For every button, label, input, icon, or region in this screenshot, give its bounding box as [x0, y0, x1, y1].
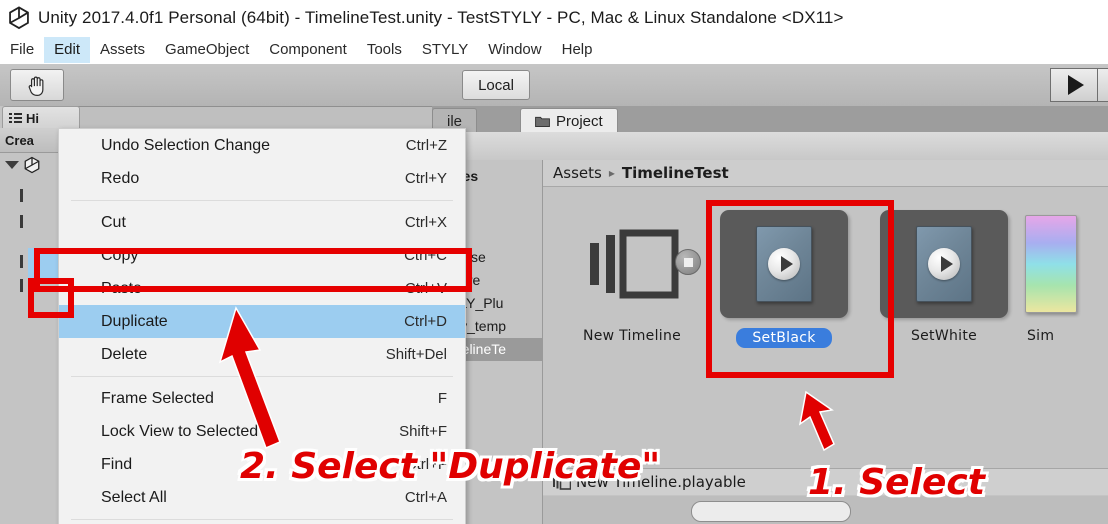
- annotation-arrow-1-icon: [798, 390, 835, 452]
- menu-file[interactable]: File: [0, 37, 44, 63]
- asset-thumbnail: [557, 201, 707, 326]
- menu-styly[interactable]: STYLY: [412, 37, 478, 63]
- breadcrumb-root[interactable]: Assets: [553, 164, 602, 182]
- menu-item-accel: Ctrl+Y: [404, 170, 447, 187]
- hierarchy-list-icon: [9, 113, 22, 123]
- menu-item-label: Frame Selected: [101, 389, 214, 407]
- project-tabstrip: ile Project: [432, 106, 1108, 133]
- breadcrumb-current: TimelineTest: [621, 164, 729, 182]
- title-bar: Unity 2017.4.0f1 Personal (64bit) - Time…: [0, 0, 1108, 37]
- menu-edit[interactable]: Edit: [44, 37, 91, 63]
- badge-square-icon: [683, 257, 693, 267]
- tab-hierarchy[interactable]: Hi: [2, 106, 80, 129]
- hierarchy-item-glyph: [20, 214, 23, 228]
- hierarchy-scene-row[interactable]: [0, 154, 64, 176]
- pivot-space-button[interactable]: Local: [462, 70, 530, 100]
- hierarchy-toolbar: Crea: [0, 128, 64, 153]
- menu-window[interactable]: Window: [478, 37, 551, 63]
- playable-inner-icon: [916, 225, 972, 302]
- menu-item-accel: Ctrl+X: [404, 214, 447, 231]
- menu-item-label: Cut: [101, 213, 126, 231]
- hierarchy-item[interactable]: [0, 184, 64, 206]
- hierarchy-item-glyph: [20, 278, 23, 292]
- menu-gameobject[interactable]: GameObject: [155, 37, 259, 63]
- menu-item-accel: Ctrl+A: [404, 489, 447, 506]
- menu-item-accel: Ctrl+Z: [405, 137, 447, 154]
- tab-hierarchy-label: Hi: [26, 110, 39, 126]
- menu-item-cut[interactable]: Cut Ctrl+X: [59, 206, 465, 239]
- menu-item-undo[interactable]: Undo Selection Change Ctrl+Z: [59, 129, 465, 162]
- asset-label: New Timeline: [582, 328, 682, 344]
- play-controls[interactable]: [1050, 68, 1108, 102]
- play-circle-icon: [928, 247, 960, 280]
- menu-assets[interactable]: Assets: [90, 37, 155, 63]
- pause-button[interactable]: [1097, 68, 1108, 102]
- play-button[interactable]: [1050, 68, 1097, 102]
- hand-tool-button[interactable]: [10, 69, 64, 101]
- foldout-open-icon[interactable]: [5, 161, 19, 169]
- asset-sim[interactable]: Sim: [1025, 201, 1108, 344]
- tab-console-label: ile: [447, 112, 463, 130]
- annotation-step-1: 1. Select: [808, 462, 985, 503]
- unity-logo-icon: [9, 6, 29, 30]
- menu-item-accel: Ctrl+D: [404, 313, 447, 330]
- tab-project-label: Project: [556, 112, 603, 130]
- timeline-asset-icon: [590, 229, 679, 298]
- hierarchy-item-glyph: [20, 188, 23, 202]
- annotation-box-duplicate: [34, 248, 472, 292]
- annotation-arrow-2-icon: [218, 306, 281, 450]
- folder-icon: [535, 116, 550, 127]
- annotation-step-2: 2. Select "Duplicate": [240, 446, 661, 487]
- menu-item-redo[interactable]: Redo Ctrl+Y: [59, 162, 465, 195]
- play-icon: [1068, 75, 1084, 95]
- window-title: Unity 2017.4.0f1 Personal (64bit) - Time…: [38, 8, 844, 27]
- breadcrumb-separator-icon: ▸: [608, 166, 615, 180]
- annotation-box-setblack: [706, 200, 894, 378]
- asset-thumbnail: [1025, 201, 1108, 326]
- asset-new-timeline[interactable]: New Timeline: [557, 201, 707, 344]
- asset-label: Sim: [1027, 328, 1055, 344]
- unity-scene-icon: [24, 156, 40, 174]
- menu-item-accel: F: [437, 390, 447, 407]
- menu-tools[interactable]: Tools: [357, 37, 412, 63]
- unity-editor-window: Unity 2017.4.0f1 Personal (64bit) - Time…: [0, 0, 1108, 524]
- menu-item-label: Undo Selection Change: [101, 136, 271, 154]
- search-input[interactable]: [691, 501, 851, 522]
- menu-item-label: Select All: [101, 488, 167, 506]
- menu-item-label: Find: [101, 455, 133, 473]
- hierarchy-item[interactable]: [0, 210, 64, 232]
- menu-item-accel: Shift+F: [399, 423, 447, 440]
- menu-item-label: Delete: [101, 345, 148, 363]
- editor-toolbar: Local: [0, 64, 1108, 107]
- project-toolbar: [432, 132, 1108, 161]
- menu-component[interactable]: Component: [259, 37, 357, 63]
- tab-project[interactable]: Project: [520, 108, 618, 133]
- menu-separator: [71, 200, 453, 201]
- menu-bar[interactable]: File Edit Assets GameObject Component To…: [0, 36, 1108, 65]
- breadcrumb: Assets ▸ TimelineTest: [543, 160, 1108, 187]
- create-button[interactable]: Crea: [5, 133, 34, 148]
- menu-item-accel: Shift+Del: [385, 346, 447, 363]
- menu-item-label: Duplicate: [101, 312, 168, 330]
- hand-tool-icon: [28, 76, 44, 96]
- menu-help[interactable]: Help: [552, 37, 603, 63]
- asset-type-badge-icon: [675, 249, 701, 275]
- playable-asset-icon: [880, 209, 1008, 318]
- gradient-texture-icon: [1025, 214, 1077, 313]
- hierarchy-item-glyph: [20, 254, 23, 268]
- menu-separator: [71, 519, 453, 520]
- menu-item-label: Redo: [101, 169, 140, 187]
